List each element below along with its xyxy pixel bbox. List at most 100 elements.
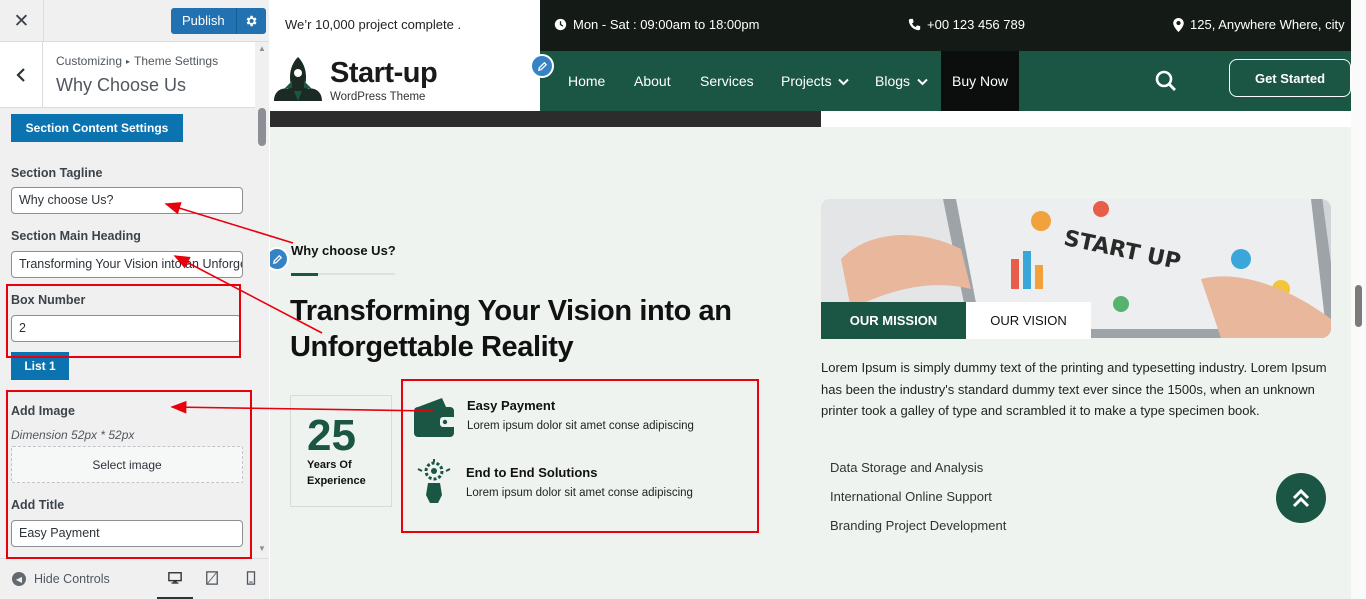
section-header: Customizing ▸ Theme Settings Why Choose Us: [0, 42, 255, 108]
chevron-down-icon: [917, 78, 928, 86]
edit-section-shortcut[interactable]: [270, 247, 289, 271]
top-info-bar: Mon - Sat : 09:00am to 18:00pm +00 123 4…: [540, 0, 1366, 51]
collapse-icon: ◀: [12, 572, 26, 586]
add-title-label: Add Title: [11, 498, 65, 512]
chevron-down-icon: [838, 78, 850, 86]
address-text: 125, Anywhere Where, city: [1190, 17, 1345, 32]
add-image-label: Add Image: [11, 404, 75, 418]
list-item: Data Storage and Analysis: [830, 460, 984, 475]
hide-controls-button[interactable]: ◀ Hide Controls: [12, 572, 110, 586]
hide-controls-label: Hide Controls: [34, 572, 110, 586]
main-heading-label: Section Main Heading: [11, 229, 141, 243]
gear-icon: [246, 15, 257, 27]
nav-label: Blogs: [875, 73, 911, 89]
logo-title: Start-up: [330, 57, 438, 89]
list-item: Branding Project Development: [830, 518, 1007, 533]
scroll-to-top-button[interactable]: [1276, 473, 1326, 523]
add-title-input[interactable]: Easy Payment: [11, 520, 243, 547]
hours-item: Mon - Sat : 09:00am to 18:00pm: [554, 17, 759, 32]
nav-label: About: [634, 73, 671, 89]
nav-label: Services: [700, 73, 754, 89]
get-started-button[interactable]: Get Started: [1229, 59, 1351, 97]
section-tagline: Why choose Us?: [291, 243, 396, 258]
edit-shortcut-icon[interactable]: [530, 54, 554, 78]
nav-buy-now[interactable]: Buy Now: [941, 51, 1019, 111]
breadcrumb-root: Customizing: [56, 54, 123, 68]
list-item: International Online Support: [830, 489, 992, 504]
phone-text: +00 123 456 789: [927, 17, 1025, 32]
scroll-down-arrow[interactable]: ▼: [258, 544, 266, 553]
tab-our-vision[interactable]: OUR VISION: [966, 302, 1091, 339]
select-image-button[interactable]: Select image: [11, 446, 243, 483]
hero-bottom-dark: [270, 111, 821, 127]
publish-button[interactable]: Publish: [171, 8, 237, 34]
customizer-sidebar: ✕ Publish Customizing ▸ Theme Settings Why…: [0, 0, 269, 599]
pencil-icon: [272, 254, 282, 264]
site-preview: We’r 10,000 project complete . Mon - Sat…: [270, 0, 1366, 599]
phone-icon: [908, 18, 921, 31]
tablet-icon[interactable]: [205, 571, 219, 585]
close-icon: ✕: [13, 10, 30, 32]
publish-settings-button[interactable]: [236, 8, 266, 34]
phone-item: +00 123 456 789: [908, 17, 1025, 32]
clock-icon: [554, 18, 567, 31]
search-icon[interactable]: [1154, 69, 1178, 93]
main-heading-input[interactable]: Transforming Your Vision into an Unforge…: [11, 251, 243, 278]
pencil-icon: [537, 61, 547, 71]
preview-scroll-thumb[interactable]: [1355, 285, 1362, 327]
hand-gear-icon: [417, 459, 451, 503]
box-number-input[interactable]: 2: [11, 315, 241, 342]
feature-desc: Lorem ipsum dolor sit amet conse adipisc…: [467, 420, 694, 432]
controls-list: Section Content Settings Section Tagline…: [0, 108, 255, 558]
nav-item-services[interactable]: Services: [700, 51, 754, 111]
box-number-label: Box Number: [11, 293, 86, 307]
experience-box: 25 Years Of Experience: [290, 395, 392, 507]
desktop-icon[interactable]: [168, 571, 182, 585]
nav-item-home[interactable]: Home: [568, 51, 605, 111]
wallet-icon: [414, 398, 456, 437]
project-count-text: We’r 10,000 project complete .: [270, 0, 540, 51]
years-number: 25: [307, 411, 356, 460]
logo-subtitle: WordPress Theme: [330, 91, 426, 103]
preview-scrollbar[interactable]: [1351, 0, 1366, 599]
customizer-header: ✕ Publish: [0, 0, 269, 42]
tagline-accent: [291, 273, 318, 276]
feature-title: Easy Payment: [467, 398, 556, 413]
tab-our-mission[interactable]: OUR MISSION: [821, 302, 966, 339]
chevron-left-icon: [16, 67, 25, 82]
feature-desc: Lorem ipsum dolor sit amet conse adipisc…: [466, 487, 693, 499]
scroll-thumb[interactable]: [258, 108, 266, 146]
mission-paragraph: Lorem Ipsum is simply dummy text of the …: [821, 360, 1327, 418]
section-content-settings-button[interactable]: Section Content Settings: [11, 114, 183, 142]
nav-label: Projects: [781, 73, 832, 89]
section-main-heading: Transforming Your Vision into an Unforge…: [290, 295, 732, 363]
nav-item-blogs[interactable]: Blogs: [875, 51, 928, 111]
mobile-icon[interactable]: [244, 571, 258, 585]
list-1-button[interactable]: List 1: [11, 352, 69, 380]
nav-item-about[interactable]: About: [634, 51, 671, 111]
customizer-footer: ◀ Hide Controls: [0, 558, 269, 599]
years-label: Years Of Experience: [307, 459, 366, 487]
hero-bottom-light: [821, 111, 1366, 127]
main-navigation: Home About Services Projects Blogs Buy N…: [540, 51, 1366, 111]
hours-text: Mon - Sat : 09:00am to 18:00pm: [573, 17, 760, 32]
close-customizer-button[interactable]: ✕: [0, 0, 44, 42]
dimension-note: Dimension 52px * 52px: [11, 428, 135, 442]
customizer-window: ✕ Publish Customizing ▸ Theme Settings Why…: [0, 0, 1366, 599]
nav-label: Home: [568, 73, 606, 89]
breadcrumb-parent: Theme Settings: [134, 54, 219, 68]
scroll-up-arrow[interactable]: ▲: [258, 44, 266, 53]
breadcrumb: Customizing ▸ Theme Settings: [56, 54, 218, 68]
controls-scrollbar[interactable]: ▲ ▼: [255, 42, 269, 558]
tagline-input[interactable]: Why choose Us?: [11, 187, 243, 214]
site-logo[interactable]: Start-up WordPress Theme: [270, 51, 540, 111]
rocket-logo-icon: [274, 57, 322, 101]
location-pin-icon: [1173, 17, 1184, 32]
nav-item-projects[interactable]: Projects: [781, 51, 850, 111]
address-item: 125, Anywhere Where, city: [1173, 17, 1345, 32]
back-button[interactable]: [0, 42, 43, 107]
feature-title: End to End Solutions: [466, 465, 598, 480]
double-chevron-up-icon: [1292, 488, 1310, 508]
breadcrumb-separator: ▸: [126, 57, 131, 66]
publish-group: Publish: [171, 8, 266, 34]
